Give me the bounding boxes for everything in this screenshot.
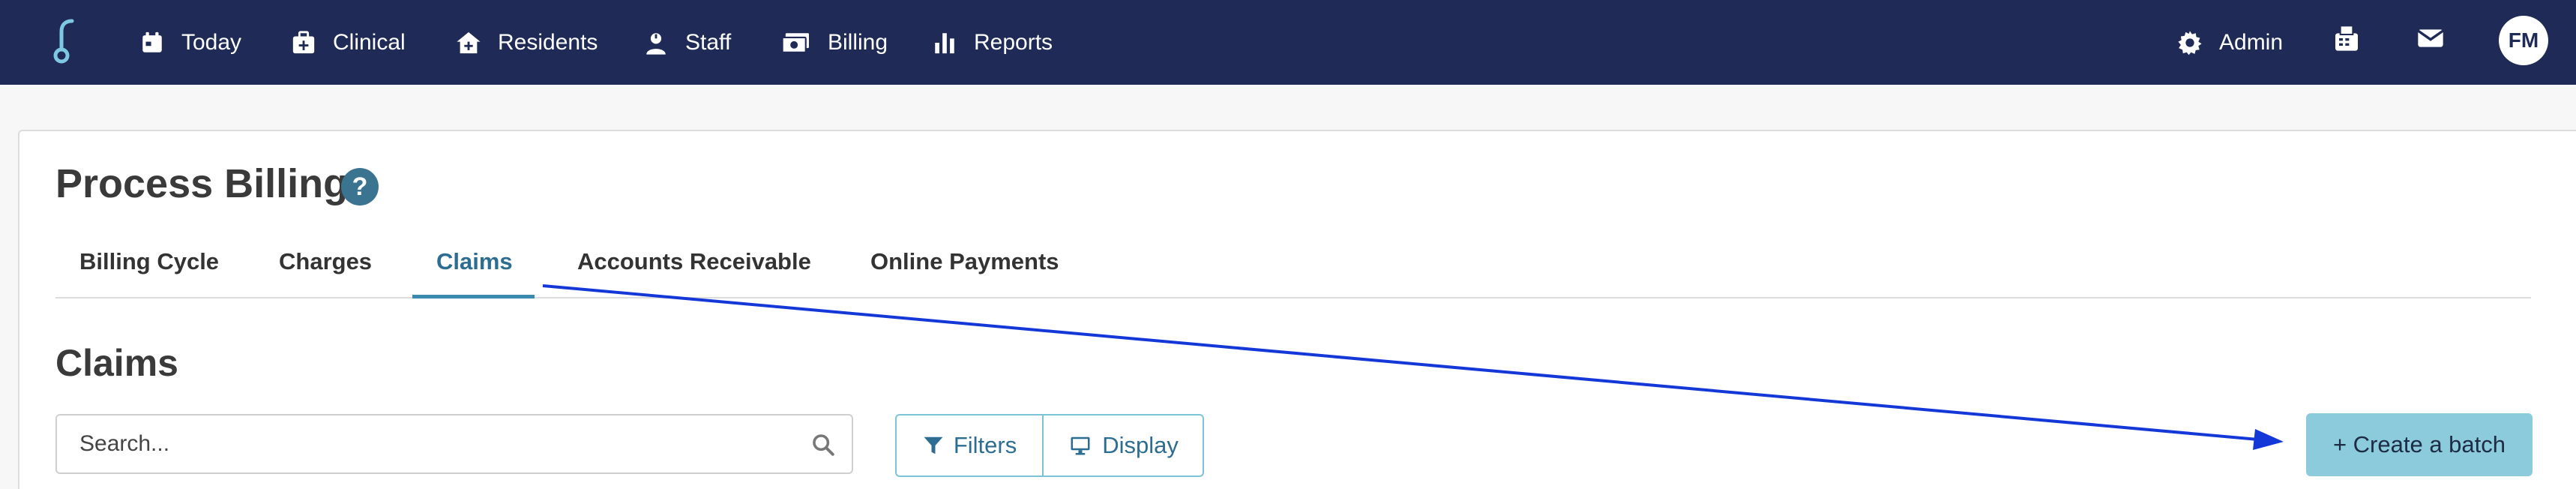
filters-label: Filters (953, 432, 1017, 458)
view-options-group: Filters Display (895, 414, 1204, 477)
app-logo-icon[interactable] (46, 16, 81, 64)
nav-item-admin[interactable]: Admin (2177, 0, 2283, 85)
search-icon[interactable] (810, 432, 836, 458)
nav-label-billing: Billing (828, 29, 888, 55)
top-nav-bar: Today Clinical Residents Staff Billing R… (0, 0, 2576, 85)
filters-button[interactable]: Filters (897, 416, 1044, 476)
nav-label-staff: Staff (685, 29, 732, 55)
nav-item-residents[interactable]: Residents (456, 0, 598, 85)
money-bill-icon (781, 32, 809, 53)
nav-item-today[interactable]: Today (139, 0, 241, 85)
tab-online-payments[interactable]: Online Payments (870, 248, 1059, 275)
filter-icon (924, 436, 943, 454)
tab-charges[interactable]: Charges (279, 248, 372, 275)
nav-item-clinical[interactable]: Clinical (291, 0, 406, 85)
envelope-icon[interactable] (2416, 23, 2446, 53)
tab-billing-cycle[interactable]: Billing Cycle (79, 248, 219, 275)
fax-icon[interactable] (2332, 23, 2362, 53)
user-avatar[interactable]: FM (2499, 16, 2548, 65)
page-title: Process Billing (55, 161, 349, 206)
section-title: Claims (55, 342, 178, 384)
display-label: Display (1102, 432, 1179, 458)
gear-icon (2178, 30, 2202, 55)
tab-accounts-receivable[interactable]: Accounts Receivable (577, 248, 811, 275)
search-input[interactable] (79, 416, 799, 472)
tab-claims[interactable]: Claims (436, 248, 513, 275)
house-medical-icon (457, 32, 481, 53)
nav-item-billing[interactable]: Billing (781, 0, 888, 85)
search-box (55, 414, 853, 474)
nav-item-staff[interactable]: Staff (643, 0, 731, 85)
user-nurse-icon (646, 32, 666, 55)
calendar-icon (142, 32, 162, 52)
nav-item-reports[interactable]: Reports (932, 0, 1053, 85)
nav-label-admin: Admin (2219, 29, 2284, 55)
active-tab-indicator (412, 295, 535, 298)
monitor-icon (1071, 436, 1090, 455)
nav-label-clinical: Clinical (333, 29, 406, 55)
nav-label-reports: Reports (974, 29, 1053, 55)
medical-bag-icon (292, 30, 315, 53)
nav-label-residents: Residents (498, 29, 598, 55)
help-icon[interactable]: ? (341, 168, 379, 206)
bar-chart-icon (935, 32, 954, 53)
nav-label-today: Today (181, 29, 242, 55)
create-batch-button[interactable]: + Create a batch (2306, 413, 2533, 476)
display-button[interactable]: Display (1044, 416, 1203, 476)
